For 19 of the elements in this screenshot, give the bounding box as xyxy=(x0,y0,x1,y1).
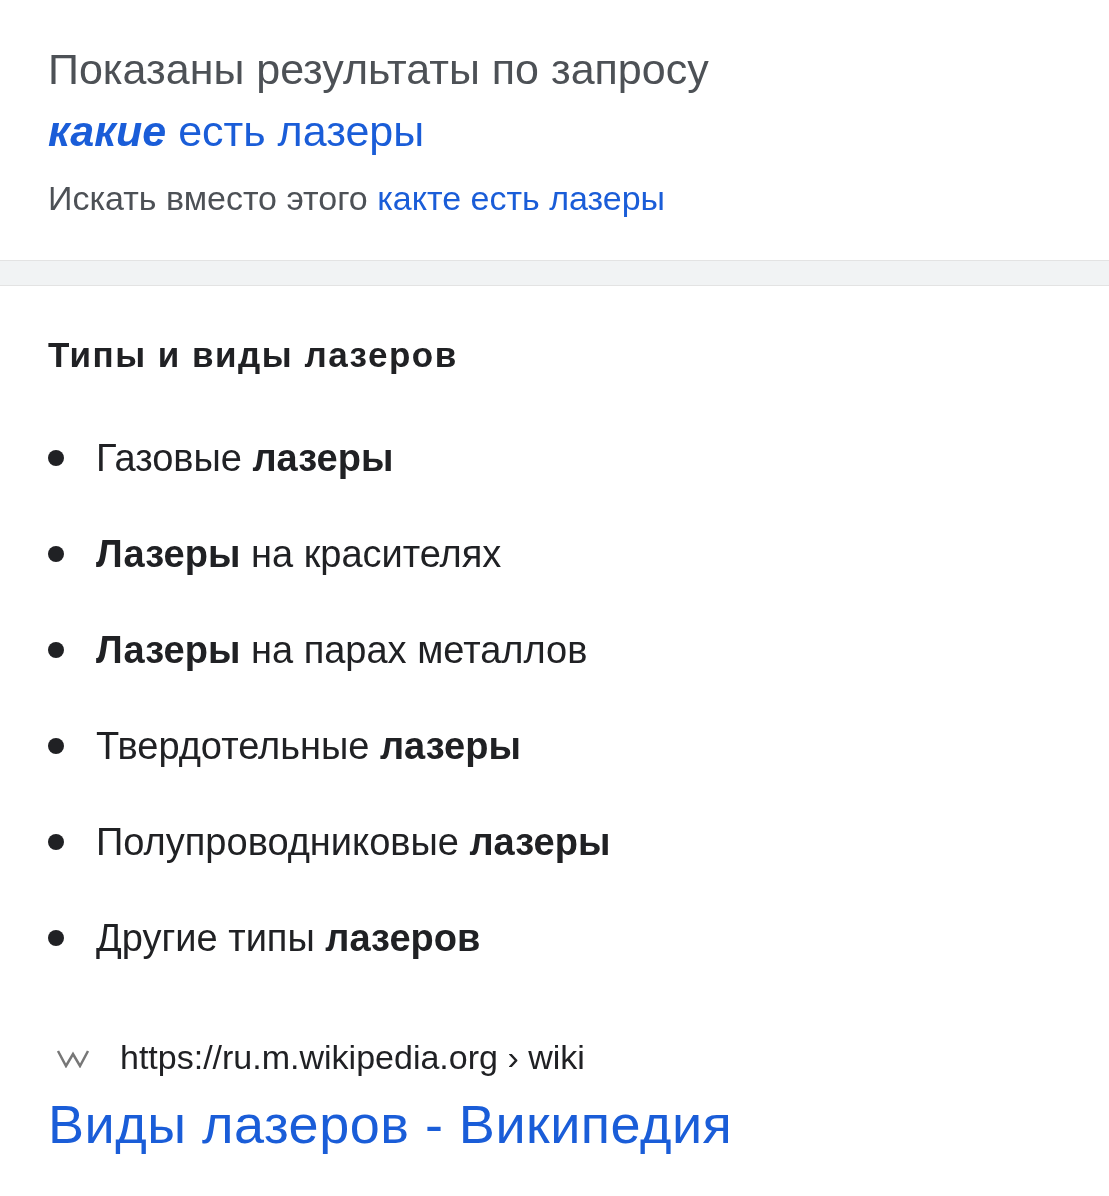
bullet-icon xyxy=(48,642,64,658)
list-item: Лазеры на красителях xyxy=(96,532,502,576)
list-item: Газовые лазеры xyxy=(96,436,394,480)
snippet-heading: Типы и виды лазеров xyxy=(48,334,459,376)
list-item: Другие типы лазеров xyxy=(96,916,481,960)
list-item: Полупроводниковые лазеры xyxy=(96,820,611,864)
result-title-link[interactable]: Виды лазеров - Википедия xyxy=(48,1093,733,1155)
list-item: Твердотельные лазеры xyxy=(96,724,521,768)
list-item: Лазеры на парах металлов xyxy=(96,628,588,672)
bullet-icon xyxy=(48,450,64,466)
search-instead-sentence: Искать вместо этого какте есть лазеры xyxy=(48,178,666,219)
bullet-icon xyxy=(48,930,64,946)
result-url: https://ru.m.wikipedia.org › wiki xyxy=(120,1038,585,1077)
original-query-link[interactable]: какте есть лазеры xyxy=(377,179,665,217)
bullet-icon xyxy=(48,834,64,850)
showing-results-sentence: Показаны результаты по запросу какие есть лазеры xyxy=(48,44,710,157)
bullet-icon xyxy=(48,738,64,754)
bullet-icon xyxy=(48,546,64,562)
corrected-query-link[interactable]: какие есть лазеры xyxy=(48,107,425,155)
